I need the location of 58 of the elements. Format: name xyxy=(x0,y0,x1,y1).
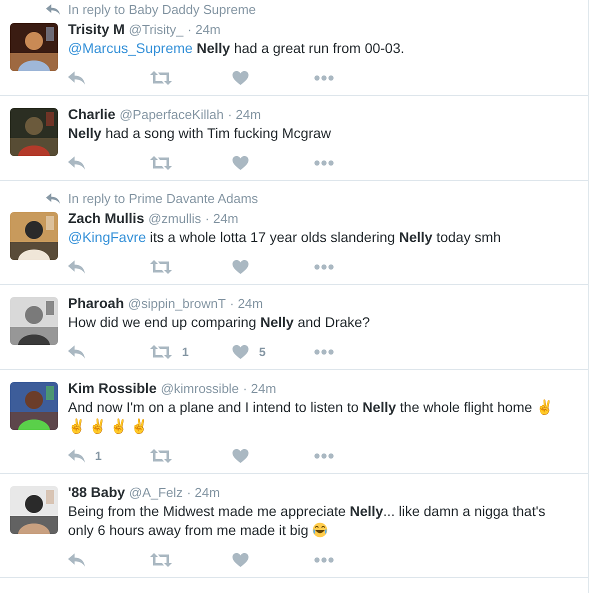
timestamp[interactable]: · 24m xyxy=(230,296,263,311)
reply-arrow-icon xyxy=(46,4,60,15)
user-handle[interactable]: @PaperfaceKillah xyxy=(119,107,224,122)
reply-icon[interactable] xyxy=(68,553,85,567)
user-name[interactable]: Kim Rossible xyxy=(68,380,157,396)
timestamp[interactable]: · 24m xyxy=(205,211,238,226)
heart-icon[interactable] xyxy=(232,449,249,463)
reply-icon[interactable] xyxy=(68,156,85,170)
timestamp[interactable]: · 24m xyxy=(186,485,220,500)
reply-icon[interactable] xyxy=(68,71,85,85)
tweet-text: And now I'm on a plane and I intend to listen to Nelly the whole flight home ✌ ✌ ✌ ✌ ✌ xyxy=(68,398,554,436)
reply-arrow-icon xyxy=(46,193,60,204)
user-handle[interactable]: @zmullis xyxy=(148,211,202,226)
reply-context[interactable]: In reply to Baby Daddy Supreme xyxy=(68,2,256,17)
user-name[interactable]: Zach Mullis xyxy=(68,210,144,226)
user-name[interactable]: Charlie xyxy=(68,106,116,122)
retweet-icon[interactable] xyxy=(150,449,172,463)
more-icon[interactable] xyxy=(314,264,334,270)
user-handle[interactable]: @Trisity_ xyxy=(128,22,184,37)
more-icon[interactable] xyxy=(314,453,334,459)
reply-count: 1 xyxy=(95,449,102,463)
timestamp[interactable]: · 24m xyxy=(187,22,221,37)
retweet-icon[interactable] xyxy=(150,156,172,170)
reply-icon[interactable] xyxy=(68,260,85,274)
heart-icon[interactable] xyxy=(232,553,249,567)
user-handle[interactable]: @A_Felz xyxy=(129,485,183,500)
timestamp[interactable]: · 24m xyxy=(242,381,276,396)
heart-icon[interactable] xyxy=(232,260,249,274)
user-handle[interactable]: @kimrossible xyxy=(160,381,239,396)
timestamp[interactable]: · 24m xyxy=(228,107,261,122)
tweet-text: @KingFavre its a whole lotta 17 year olds slandering Nelly today smh xyxy=(68,228,502,247)
retweet-icon[interactable] xyxy=(150,553,172,567)
mention-link[interactable]: @KingFavre xyxy=(68,229,146,245)
reply-icon[interactable] xyxy=(68,449,85,463)
tweet-text: How did we end up comparing Nelly and Drake? xyxy=(68,313,371,332)
retweet-icon[interactable] xyxy=(150,260,172,274)
user-handle[interactable]: @sippin_brownT xyxy=(128,296,226,311)
tweet-text: @Marcus_Supreme Nelly had a great run from 00-03. xyxy=(68,39,406,58)
tweet-text: Nelly had a song with Tim fucking Mcgraw xyxy=(68,124,332,143)
heart-icon[interactable] xyxy=(232,156,249,170)
more-icon[interactable] xyxy=(314,75,334,81)
retweet-count: 1 xyxy=(182,345,189,359)
tweet-text: Being from the Midwest made me appreciate Nelly... like damn a nigga that's only 6 hours away from me made it big xyxy=(68,502,546,540)
more-icon[interactable] xyxy=(314,557,334,563)
more-icon[interactable] xyxy=(314,349,334,355)
user-name[interactable]: Pharoah xyxy=(68,295,124,311)
mention-link[interactable]: @Marcus_Supreme xyxy=(68,40,193,56)
more-icon[interactable] xyxy=(314,160,334,166)
user-name[interactable]: '88 Baby xyxy=(68,484,126,500)
user-name[interactable]: Trisity M xyxy=(68,21,125,37)
retweet-icon[interactable] xyxy=(150,71,172,85)
like-count: 5 xyxy=(259,345,266,359)
retweet-icon[interactable] xyxy=(150,345,172,359)
laughing-face-icon xyxy=(312,522,328,538)
heart-icon[interactable] xyxy=(232,345,249,359)
reply-context[interactable]: In reply to Prime Davante Adams xyxy=(68,191,258,206)
reply-icon[interactable] xyxy=(68,345,85,359)
heart-icon[interactable] xyxy=(232,71,249,85)
